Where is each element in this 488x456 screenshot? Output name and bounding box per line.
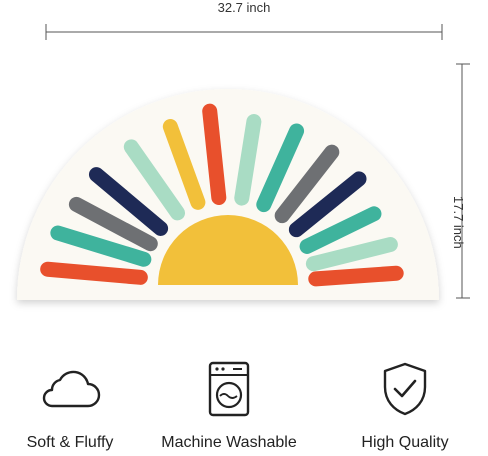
feature-label: Machine Washable — [161, 434, 297, 451]
shield-check-icon — [383, 362, 427, 416]
feature-machine-washable: Machine Washable — [154, 358, 304, 452]
rug-ray — [202, 103, 227, 205]
cloud-icon — [42, 370, 101, 408]
feature-soft-fluffy: Soft & Fluffy — [0, 358, 145, 452]
rug-ray — [40, 261, 148, 285]
feature-label: High Quality — [361, 434, 449, 451]
sunrise-rug-image — [17, 89, 439, 300]
washing-machine-icon — [208, 361, 250, 417]
rug-ray — [308, 265, 404, 287]
feature-high-quality: High Quality — [330, 358, 480, 452]
feature-label: Soft & Fluffy — [26, 434, 114, 451]
